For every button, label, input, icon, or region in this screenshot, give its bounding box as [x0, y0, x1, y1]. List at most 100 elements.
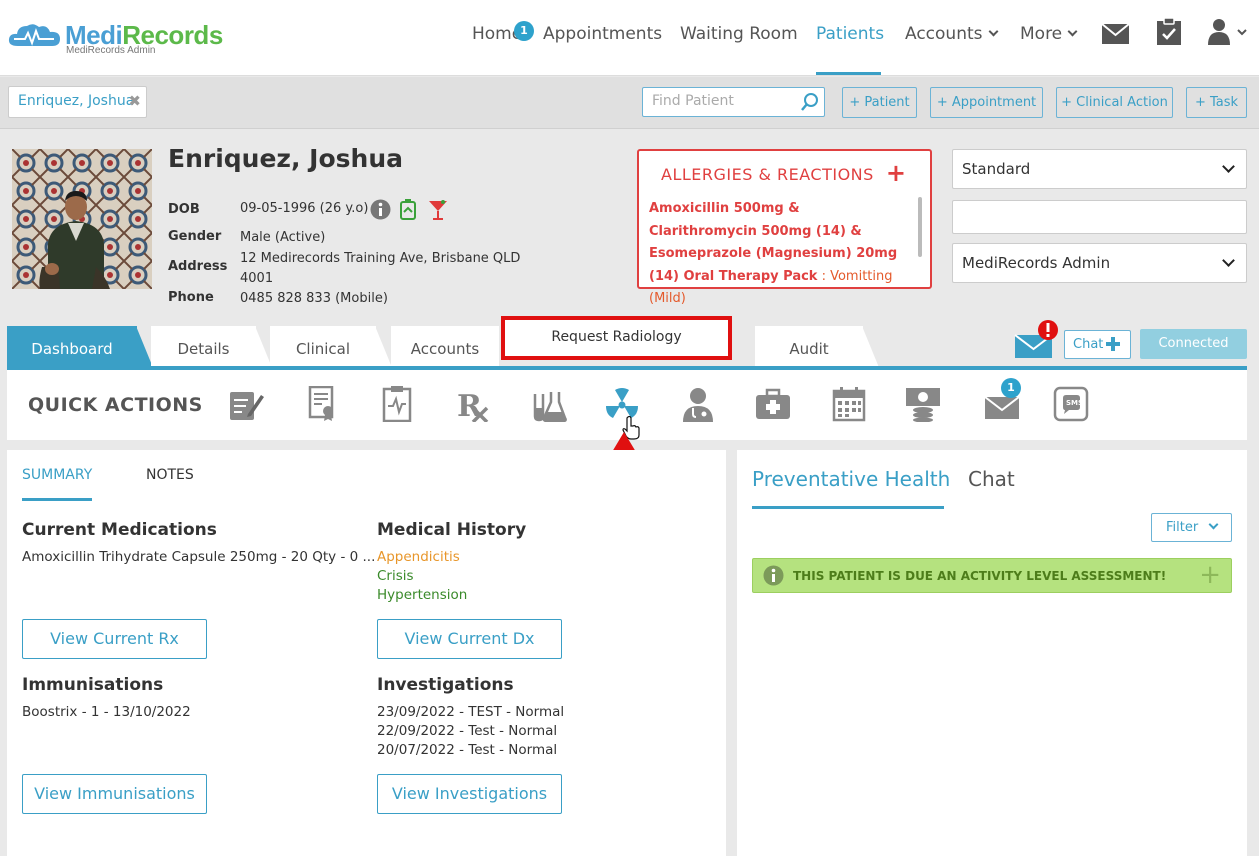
close-icon[interactable]: ✖ [128, 92, 141, 110]
add-appointment-button[interactable]: + Appointment [930, 87, 1043, 118]
investigation-item: 20/07/2022 - Test - Normal [377, 742, 558, 758]
appointment-type-select[interactable]: Standard [952, 149, 1247, 189]
practitioner-value: MediRecords Admin [962, 254, 1111, 272]
alert-message: THIS PATIENT IS DUE AN ACTIVITY LEVEL AS… [793, 569, 1167, 583]
billing-money-icon[interactable] [905, 386, 941, 422]
blank-input[interactable] [952, 200, 1247, 234]
home-notification-badge: 1 [514, 21, 534, 41]
filter-label: Filter [1166, 520, 1199, 535]
history-item[interactable]: Appendicitis [377, 549, 460, 565]
calendar-icon[interactable] [831, 386, 867, 422]
find-patient-placeholder: Find Patient [652, 93, 734, 109]
prescription-rx-icon[interactable]: R [455, 386, 491, 422]
add-patient-button[interactable]: + Patient [842, 87, 917, 118]
medirecords-logo[interactable]: MediRecords MediRecords Admin [8, 20, 223, 60]
chevron-down-icon [1222, 160, 1235, 173]
nav-patients[interactable]: Patients [816, 24, 884, 44]
address-label: Address [168, 259, 228, 274]
sms-label: SMS [1066, 399, 1084, 407]
messages-alert-icon[interactable] [1014, 320, 1060, 360]
gender-label: Gender [168, 229, 222, 244]
nav-waiting-room[interactable]: Waiting Room [680, 24, 798, 44]
allergies-title: ALLERGIES & REACTIONS [661, 165, 874, 184]
tab-audit[interactable]: Audit [755, 326, 863, 370]
view-current-dx-button[interactable]: View Current Dx [377, 619, 562, 659]
tab-preventative-health[interactable]: Preventative Health [752, 467, 950, 491]
add-task-button[interactable]: + Task [1186, 87, 1247, 118]
medical-history-title: Medical History [377, 520, 527, 540]
search-icon[interactable] [800, 92, 820, 112]
appointment-type-value: Standard [962, 160, 1031, 178]
allergy-entry: Amoxicillin 500mg & Clarithromycin 500mg… [649, 201, 898, 306]
summary-tab-indicator [22, 498, 92, 501]
referral-doctor-icon[interactable] [680, 386, 716, 422]
open-patient-tab[interactable]: Enriquez, Joshua ✖ [8, 86, 147, 118]
view-current-rx-button[interactable]: View Current Rx [22, 619, 207, 659]
medical-kit-icon[interactable] [755, 386, 791, 422]
mail-notification-badge: 1 [1001, 378, 1021, 398]
open-patient-tab-label: Enriquez, Joshua [18, 93, 135, 109]
tab-request-radiology[interactable]: Request Radiology [501, 316, 732, 360]
address-line1: 12 Medirecords Training Ave, Brisbane QL… [240, 251, 521, 266]
nav-more[interactable]: More [1020, 24, 1078, 44]
immunisations-title: Immunisations [22, 675, 164, 695]
allergies-panel: ALLERGIES & REACTIONS + Amoxicillin 500m… [637, 149, 932, 306]
filter-button[interactable]: Filter [1151, 513, 1232, 542]
gender-value: Male (Active) [240, 230, 326, 245]
quick-actions-bar: QUICK ACTIONS R 1 SMS [7, 370, 1247, 440]
patient-toolbar: Enriquez, Joshua ✖ Find Patient + Patien… [0, 77, 1259, 129]
phone-value: 0485 828 833 (Mobile) [240, 291, 388, 306]
nav-accounts[interactable]: Accounts [905, 24, 998, 44]
investigation-item: 22/09/2022 - Test - Normal [377, 723, 558, 739]
current-medication-item: Amoxicillin Trihydrate Capsule 250mg - 2… [22, 549, 376, 565]
investigations-title: Investigations [377, 675, 514, 695]
tab-accounts[interactable]: Accounts [391, 326, 499, 370]
allergies-scrollbar[interactable] [918, 197, 922, 257]
clinical-note-icon[interactable] [228, 386, 264, 422]
pathology-lab-icon[interactable] [531, 386, 567, 422]
tab-notes[interactable]: NOTES [146, 467, 194, 483]
patient-photo [12, 149, 152, 289]
clipboard-check-icon[interactable] [1157, 18, 1181, 45]
add-allergy-plus-icon[interactable]: + [886, 161, 906, 185]
patient-header: Enriquez, Joshua DOB 09-05-1996 (26 y.o)… [0, 130, 1259, 326]
history-item[interactable]: Hypertension [377, 587, 467, 603]
alcohol-status-icon[interactable] [428, 199, 448, 220]
certificate-icon[interactable] [304, 386, 340, 422]
patient-name: Enriquez, Joshua [168, 144, 403, 173]
practitioner-select[interactable]: MediRecords Admin [952, 243, 1247, 283]
tab-clinical[interactable]: Clinical [270, 326, 376, 370]
view-immunisations-button[interactable]: View Immunisations [22, 774, 207, 814]
summary-panel: SUMMARY NOTES Current Medications Amoxic… [7, 450, 726, 856]
user-account-icon[interactable] [1208, 18, 1248, 46]
chevron-down-icon [988, 26, 998, 37]
connection-status-button[interactable]: Connected [1140, 329, 1247, 359]
history-item[interactable]: Crisis [377, 568, 414, 584]
phone-label: Phone [168, 290, 214, 305]
tab-chat[interactable]: Chat [968, 467, 1015, 491]
tab-audit-edge [862, 326, 880, 370]
tab-dashboard[interactable]: Dashboard [7, 326, 137, 370]
add-clinical-action-button[interactable]: + Clinical Action [1056, 87, 1173, 118]
nav-active-indicator [816, 72, 881, 75]
tab-summary[interactable]: SUMMARY [22, 467, 92, 483]
top-navigation: MediRecords MediRecords Admin Home 1 App… [0, 0, 1259, 76]
info-icon [763, 565, 784, 586]
health-summary-icon[interactable] [379, 386, 415, 422]
investigation-item: 23/09/2022 - TEST - Normal [377, 704, 565, 720]
smoking-status-icon[interactable] [400, 198, 416, 220]
immunisation-item: Boostrix - 1 - 13/10/2022 [22, 704, 191, 720]
tab-details[interactable]: Details [151, 326, 256, 370]
preventative-health-panel: Preventative Health Chat Filter THIS PAT… [737, 450, 1247, 856]
dob-value: 09-05-1996 (26 y.o) [240, 201, 369, 216]
nav-appointments[interactable]: Appointments [543, 24, 662, 44]
view-investigations-button[interactable]: View Investigations [377, 774, 562, 814]
find-patient-input[interactable]: Find Patient [642, 87, 825, 117]
info-icon[interactable] [370, 199, 391, 220]
mail-icon[interactable] [1102, 24, 1129, 44]
add-assessment-plus-icon[interactable]: + [1199, 561, 1221, 589]
plus-icon [1106, 337, 1120, 351]
address-line2: 4001 [240, 271, 274, 286]
chat-button[interactable]: Chat [1064, 330, 1131, 359]
chevron-down-icon [1208, 519, 1219, 530]
